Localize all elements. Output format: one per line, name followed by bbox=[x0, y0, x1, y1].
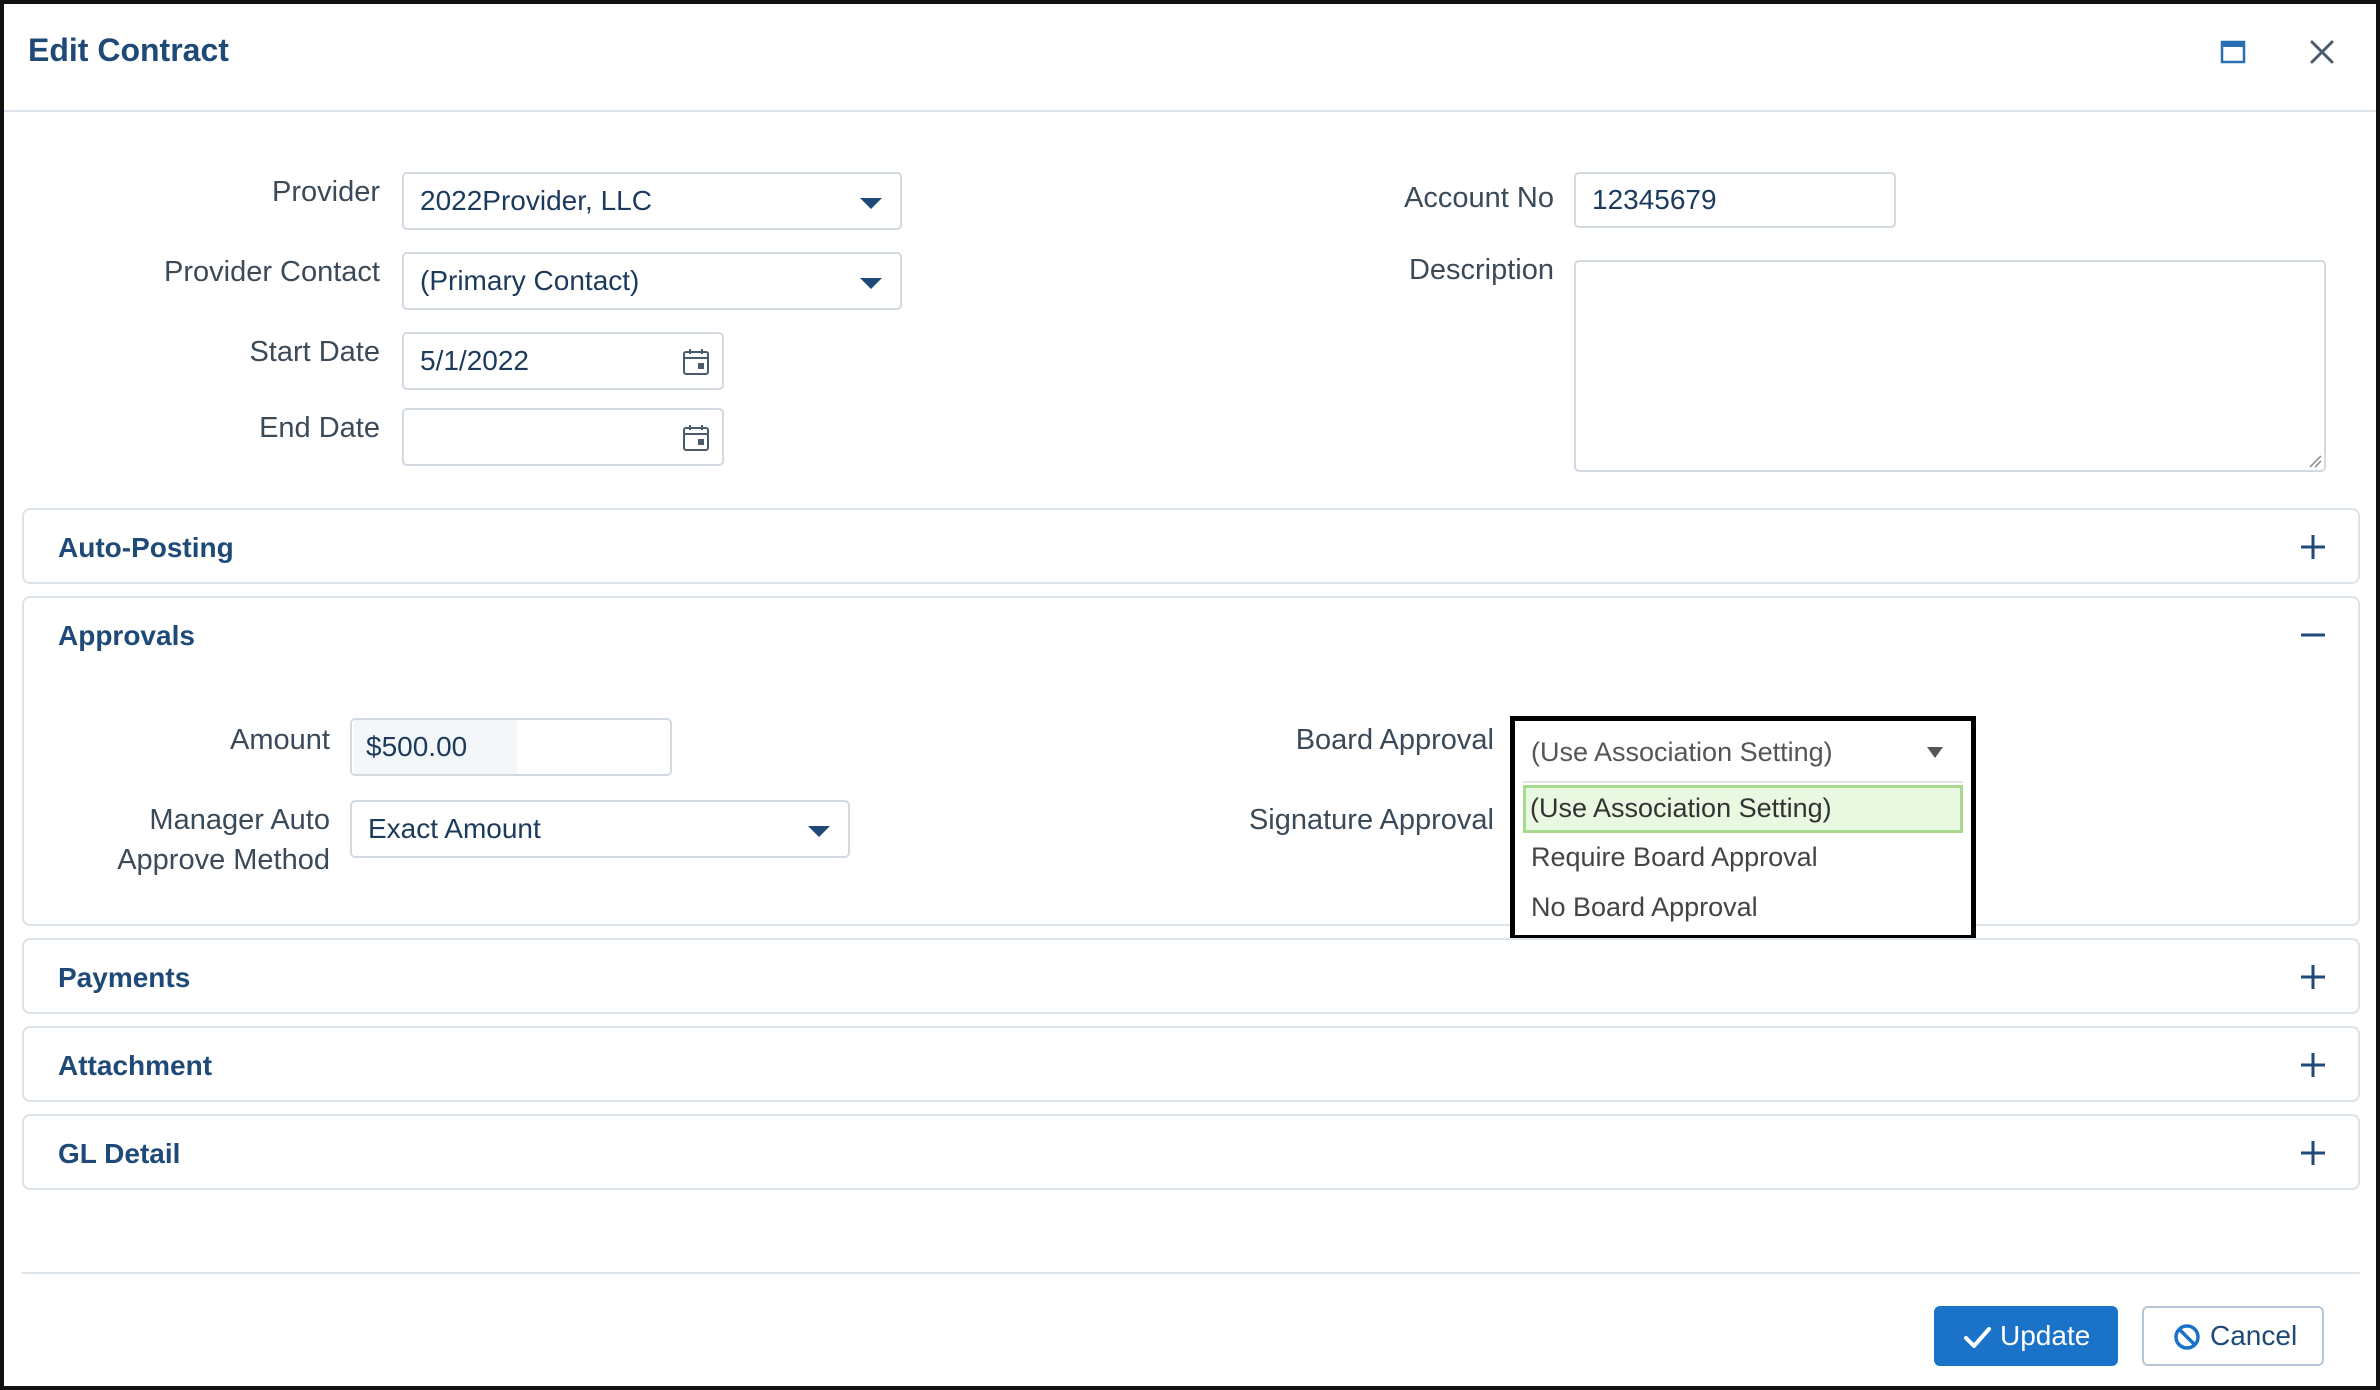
cancel-button[interactable]: Cancel bbox=[2142, 1306, 2324, 1366]
board-approval-option[interactable]: Require Board Approval bbox=[1523, 835, 1963, 883]
auto-posting-panel: Auto-Posting bbox=[22, 508, 2360, 584]
close-icon[interactable] bbox=[2300, 30, 2344, 74]
resize-handle-icon[interactable] bbox=[2308, 454, 2322, 468]
board-approval-current-value[interactable]: (Use Association Setting) bbox=[1531, 735, 1833, 769]
cancel-icon bbox=[2174, 1324, 2200, 1350]
amount-value: $500.00 bbox=[354, 720, 518, 774]
attachment-panel-title[interactable]: Attachment bbox=[58, 1046, 212, 1086]
cancel-button-label: Cancel bbox=[2210, 1320, 2298, 1351]
dropdown-arrow-icon[interactable] bbox=[1927, 747, 1943, 758]
account-no-value: 12345679 bbox=[1592, 184, 1717, 215]
provider-contact-label: Provider Contact bbox=[164, 256, 380, 288]
footer-divider bbox=[22, 1272, 2360, 1274]
manager-method-label-line1: Manager Auto bbox=[149, 804, 330, 836]
board-approval-label: Board Approval bbox=[1295, 724, 1494, 756]
account-no-label: Account No bbox=[1404, 182, 1554, 214]
edit-contract-dialog: Edit Contract Provider 2022Provider, LLC… bbox=[0, 0, 2380, 1390]
chevron-down-icon bbox=[860, 198, 882, 209]
description-label: Description bbox=[1408, 254, 1554, 286]
manager-method-select[interactable]: Exact Amount bbox=[350, 800, 850, 858]
board-approval-option[interactable]: (Use Association Setting) bbox=[1523, 785, 1963, 833]
amount-input[interactable]: $500.00 bbox=[350, 718, 672, 776]
maximize-icon[interactable] bbox=[2212, 30, 2256, 74]
board-approval-dropdown[interactable]: (Use Association Setting) (Use Associati… bbox=[1510, 716, 1976, 940]
board-approval-options: (Use Association Setting) Require Board … bbox=[1523, 781, 1963, 933]
provider-label: Provider bbox=[272, 176, 380, 208]
gl-detail-panel-title[interactable]: GL Detail bbox=[58, 1134, 180, 1174]
end-date-input[interactable] bbox=[402, 408, 724, 466]
dialog-title-bar: Edit Contract bbox=[4, 4, 2376, 112]
board-approval-option[interactable]: No Board Approval bbox=[1523, 885, 1963, 933]
provider-select[interactable]: 2022Provider, LLC bbox=[402, 172, 902, 230]
amount-label: Amount bbox=[230, 724, 330, 756]
manager-method-value: Exact Amount bbox=[368, 813, 541, 844]
manager-method-label: Manager Auto Approve Method bbox=[44, 800, 330, 880]
auto-posting-panel-title[interactable]: Auto-Posting bbox=[58, 528, 234, 568]
signature-approval-label: Signature Approval bbox=[1248, 804, 1494, 836]
gl-detail-panel: GL Detail bbox=[22, 1114, 2360, 1190]
provider-contact-value: (Primary Contact) bbox=[420, 265, 640, 296]
payments-panel: Payments bbox=[22, 938, 2360, 1014]
description-textarea[interactable] bbox=[1574, 260, 2326, 472]
start-date-value: 5/1/2022 bbox=[420, 345, 529, 376]
provider-value: 2022Provider, LLC bbox=[420, 185, 652, 216]
manager-method-label-line2: Approve Method bbox=[117, 844, 330, 876]
update-button-label: Update bbox=[2000, 1320, 2091, 1351]
dialog-title: Edit Contract bbox=[28, 32, 229, 68]
calendar-icon[interactable] bbox=[680, 422, 712, 454]
approvals-panel-title[interactable]: Approvals bbox=[58, 616, 195, 656]
attachment-panel: Attachment bbox=[22, 1026, 2360, 1102]
plus-icon[interactable] bbox=[2298, 1138, 2328, 1168]
start-date-input[interactable]: 5/1/2022 bbox=[402, 332, 724, 390]
calendar-icon[interactable] bbox=[680, 346, 712, 378]
update-button[interactable]: Update bbox=[1934, 1306, 2118, 1366]
start-date-label: Start Date bbox=[249, 336, 380, 368]
chevron-down-icon bbox=[808, 826, 830, 837]
provider-contact-select[interactable]: (Primary Contact) bbox=[402, 252, 902, 310]
minus-icon[interactable] bbox=[2298, 620, 2328, 650]
plus-icon[interactable] bbox=[2298, 962, 2328, 992]
plus-icon[interactable] bbox=[2298, 532, 2328, 562]
account-no-input[interactable]: 12345679 bbox=[1574, 172, 1896, 228]
chevron-down-icon bbox=[860, 278, 882, 289]
checkmark-icon bbox=[1964, 1327, 1991, 1348]
end-date-label: End Date bbox=[259, 412, 380, 444]
plus-icon[interactable] bbox=[2298, 1050, 2328, 1080]
payments-panel-title[interactable]: Payments bbox=[58, 958, 190, 998]
